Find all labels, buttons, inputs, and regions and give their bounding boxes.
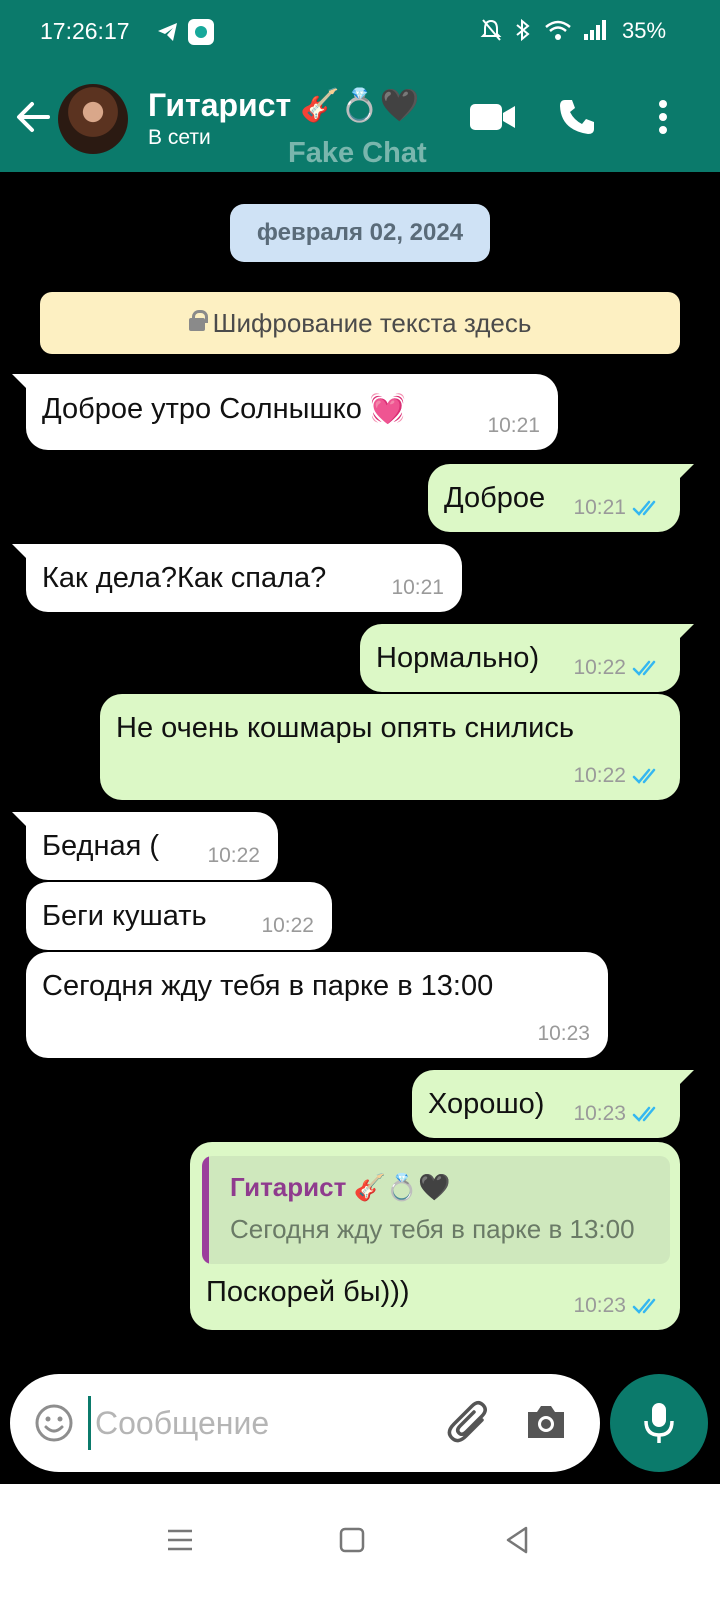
message-text: Доброе утро Солнышко 💓 bbox=[42, 393, 407, 425]
quote-text: Сегодня жду тебя в парке в 13:00 bbox=[230, 1214, 635, 1244]
message-text: Бедная ( bbox=[42, 830, 160, 862]
battery-level: 35% bbox=[622, 18, 667, 43]
double-check-icon bbox=[632, 500, 656, 516]
voice-call-button[interactable] bbox=[550, 94, 604, 140]
mic-button[interactable] bbox=[610, 1374, 708, 1472]
message-time: 10:22 bbox=[207, 844, 260, 867]
wifi-icon bbox=[545, 20, 571, 40]
signal-icon bbox=[584, 20, 606, 40]
message-text: Сегодня жду тебя в парке в 13:00 bbox=[42, 970, 494, 1002]
back-icon[interactable] bbox=[500, 1522, 536, 1558]
message-text: Доброе bbox=[444, 482, 546, 514]
status-icons bbox=[480, 18, 608, 42]
message-bubble-incoming[interactable]: Доброе утро Солнышко 💓 10:21 bbox=[12, 374, 558, 450]
message-bubble-outgoing[interactable]: Хорошо) 10:23 bbox=[412, 1070, 694, 1138]
contact-name[interactable]: Гитарист 🎸💍🖤 bbox=[148, 86, 420, 124]
quoted-message[interactable]: Гитарист 🎸💍🖤 Сегодня жду тебя в парке в … bbox=[202, 1156, 670, 1264]
double-check-icon bbox=[632, 1106, 656, 1122]
message-time: 10:21 bbox=[487, 414, 540, 437]
watermark: Fake Chat bbox=[288, 137, 427, 169]
attach-icon[interactable] bbox=[446, 1398, 494, 1448]
chat-area[interactable]: февраля 02, 2024 Шифрование текста здесь… bbox=[0, 172, 720, 1502]
recents-icon[interactable] bbox=[162, 1522, 198, 1558]
message-text: Беги кушать bbox=[42, 900, 207, 932]
double-check-icon bbox=[632, 768, 656, 784]
message-text: Не очень кошмары опять снились bbox=[116, 712, 574, 744]
message-bubble-outgoing[interactable]: Нормально) 10:22 bbox=[360, 624, 694, 692]
message-bubble-outgoing-reply[interactable]: Гитарист 🎸💍🖤 Сегодня жду тебя в парке в … bbox=[190, 1142, 680, 1330]
status-bar: 17:26:17 35% bbox=[0, 0, 720, 64]
more-vert-icon bbox=[659, 100, 667, 134]
message-time: 10:23 bbox=[573, 1102, 626, 1125]
video-call-button[interactable] bbox=[466, 94, 520, 140]
message-time: 10:23 bbox=[573, 1294, 626, 1317]
message-time: 10:22 bbox=[573, 656, 626, 679]
message-bubble-outgoing[interactable]: Не очень кошмары опять снились 10:22 bbox=[100, 694, 680, 800]
lock-icon bbox=[188, 310, 208, 334]
message-time: 10:22 bbox=[573, 764, 626, 787]
message-bubble-incoming[interactable]: Бедная ( 10:22 bbox=[12, 812, 278, 880]
message-input[interactable] bbox=[88, 1396, 428, 1450]
chat-header: Гитарист 🎸💍🖤 В сети Fake Chat bbox=[0, 64, 720, 172]
camera-icon[interactable] bbox=[524, 1402, 568, 1442]
message-bubble-incoming[interactable]: Сегодня жду тебя в парке в 13:00 10:23 bbox=[26, 952, 608, 1058]
status-time: 17:26:17 bbox=[40, 18, 130, 44]
message-bubble-outgoing[interactable]: Доброе 10:21 bbox=[428, 464, 694, 532]
bluetooth-icon bbox=[516, 18, 530, 42]
message-time: 10:21 bbox=[573, 496, 626, 519]
message-text: Поскорей бы))) bbox=[206, 1276, 410, 1308]
message-text: Как дела?Как спала? bbox=[42, 562, 327, 594]
phone-icon bbox=[560, 100, 594, 134]
quote-accent-bar bbox=[202, 1156, 209, 1264]
emoji-icon[interactable] bbox=[34, 1403, 74, 1443]
app-notification-icon bbox=[188, 19, 214, 45]
message-bubble-incoming[interactable]: Как дела?Как спала? 10:21 bbox=[12, 544, 462, 612]
home-icon[interactable] bbox=[334, 1522, 370, 1558]
avatar[interactable] bbox=[58, 84, 128, 154]
message-time: 10:22 bbox=[261, 914, 314, 937]
mic-icon bbox=[644, 1403, 674, 1443]
message-text: Хорошо) bbox=[428, 1088, 545, 1120]
system-nav-bar bbox=[0, 1484, 720, 1600]
encryption-notice[interactable]: Шифрование текста здесь bbox=[40, 292, 680, 354]
back-arrow-icon[interactable] bbox=[14, 94, 54, 140]
date-chip: февраля 02, 2024 bbox=[230, 204, 490, 262]
more-options-button[interactable] bbox=[636, 94, 690, 140]
contact-status: В сети bbox=[148, 126, 211, 149]
quote-author: Гитарист 🎸💍🖤 bbox=[230, 1172, 451, 1202]
message-time: 10:21 bbox=[391, 576, 444, 599]
video-call-icon bbox=[470, 104, 515, 130]
telegram-icon bbox=[158, 23, 177, 41]
message-composer bbox=[10, 1374, 600, 1472]
encryption-notice-text: Шифрование текста здесь bbox=[212, 307, 532, 338]
bell-muted-icon bbox=[480, 19, 502, 41]
message-bubble-incoming[interactable]: Беги кушать 10:22 bbox=[26, 882, 332, 950]
double-check-icon bbox=[632, 660, 656, 676]
message-text: Нормально) bbox=[376, 642, 540, 674]
double-check-icon bbox=[632, 1298, 656, 1314]
message-time: 10:23 bbox=[537, 1022, 590, 1045]
